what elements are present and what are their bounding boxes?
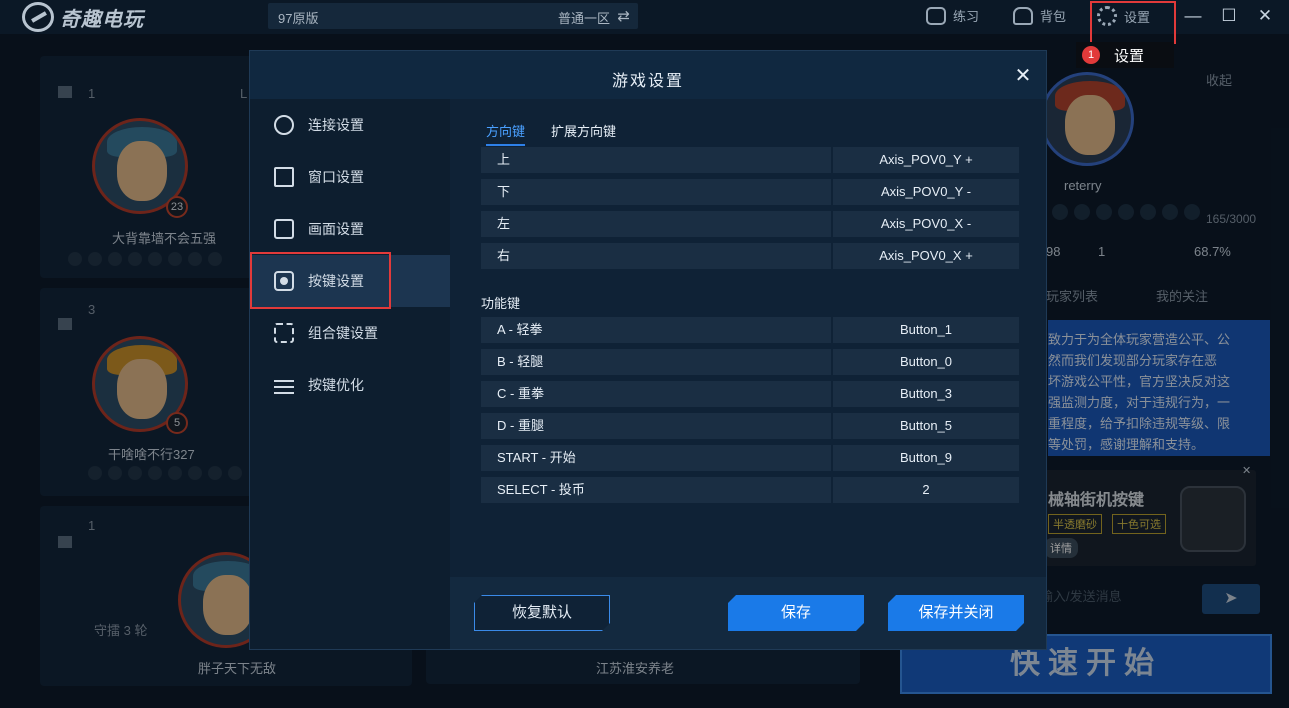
nav-connection[interactable]: 连接设置: [250, 99, 450, 151]
key-row[interactable]: C - 重拳 Button_3: [481, 381, 1019, 407]
tab-direction-keys[interactable]: 方向键: [486, 121, 526, 146]
close-window-button[interactable]: ✕: [1253, 4, 1277, 28]
key-binding[interactable]: Button_5: [833, 413, 1019, 439]
combo-icon: [274, 323, 294, 343]
robot-icon: [926, 6, 946, 25]
nav-label: 画面设置: [308, 221, 364, 237]
key-row[interactable]: A - 轻拳 Button_1: [481, 317, 1019, 343]
server-zone: 普通一区: [557, 11, 610, 26]
globe-icon: [274, 115, 294, 135]
key-binding[interactable]: Axis_POV0_X -: [833, 211, 1019, 237]
key-row[interactable]: SELECT - 投币 2: [481, 477, 1019, 503]
practice-button[interactable]: 练习: [926, 6, 979, 25]
key-row[interactable]: START - 开始 Button_9: [481, 445, 1019, 471]
minimize-button[interactable]: —: [1181, 4, 1205, 28]
key-name: A - 轻拳: [481, 317, 831, 343]
key-tabs: 方向键 扩展方向键: [486, 121, 616, 146]
window-icon: [274, 167, 294, 187]
key-row[interactable]: 左 Axis_POV0_X -: [481, 211, 1019, 237]
key-row[interactable]: 上 Axis_POV0_Y +: [481, 147, 1019, 173]
nav-key-optimize[interactable]: 按键优化: [250, 359, 450, 411]
logo-text: 奇趣电玩: [60, 8, 144, 31]
key-binding[interactable]: Button_9: [833, 445, 1019, 471]
swap-icon[interactable]: ⇄: [617, 7, 630, 25]
monitor-icon: [274, 219, 294, 239]
key-name: START - 开始: [481, 445, 831, 471]
key-name: 下: [481, 179, 831, 205]
key-name: D - 重腿: [481, 413, 831, 439]
dialog-footer: 恢复默认 保存 保存并关闭: [450, 577, 1046, 649]
nav-label: 按键优化: [308, 377, 364, 393]
key-binding[interactable]: Axis_POV0_X +: [833, 243, 1019, 269]
key-row[interactable]: D - 重腿 Button_5: [481, 413, 1019, 439]
key-name: 上: [481, 147, 831, 173]
nav-combo-keys[interactable]: 组合键设置: [250, 307, 450, 359]
backpack-label: 背包: [1040, 9, 1067, 24]
save-and-close-button[interactable]: 保存并关闭: [888, 595, 1024, 631]
logo-icon: [22, 2, 54, 32]
key-row[interactable]: 下 Axis_POV0_Y -: [481, 179, 1019, 205]
nav-window[interactable]: 窗口设置: [250, 151, 450, 203]
backpack-button[interactable]: 背包: [1013, 6, 1066, 25]
section-label: 功能键: [481, 296, 521, 311]
key-row[interactable]: 右 Axis_POV0_X +: [481, 243, 1019, 269]
key-settings-panel: 方向键 扩展方向键 上 Axis_POV0_Y + 下 Axis_POV0_Y …: [450, 99, 1046, 577]
key-name: 右: [481, 243, 831, 269]
save-button[interactable]: 保存: [728, 595, 864, 631]
app-logo: 奇趣电玩: [22, 2, 144, 32]
settings-dialog: 游戏设置 ✕ 连接设置 窗口设置 画面设置 按键设置 组合键设置 按键优化 方向…: [249, 50, 1047, 650]
tab-extended-direction-keys[interactable]: 扩展方向键: [551, 121, 616, 146]
dialog-header: 游戏设置 ✕: [250, 51, 1046, 99]
step-badge: 1: [1082, 46, 1100, 64]
key-binding[interactable]: Axis_POV0_Y -: [833, 179, 1019, 205]
server-name: 97原版: [278, 11, 319, 26]
key-binding[interactable]: Button_0: [833, 349, 1019, 375]
highlight-frame: [250, 252, 391, 309]
reset-default-button[interactable]: 恢复默认: [474, 595, 610, 631]
highlight-frame: [1090, 1, 1176, 44]
key-name: 左: [481, 211, 831, 237]
nav-label: 窗口设置: [308, 169, 364, 185]
nav-label: 组合键设置: [308, 325, 378, 341]
nav-display[interactable]: 画面设置: [250, 203, 450, 255]
server-selector[interactable]: 97原版 普通一区 ⇄: [268, 3, 638, 29]
maximize-button[interactable]: ☐: [1217, 4, 1241, 28]
tooltip-text: 设置: [1114, 47, 1145, 65]
key-binding[interactable]: Button_1: [833, 317, 1019, 343]
key-name: C - 重拳: [481, 381, 831, 407]
key-binding[interactable]: Axis_POV0_Y +: [833, 147, 1019, 173]
settings-tooltip: 1 设置: [1076, 42, 1174, 68]
nav-label: 连接设置: [308, 117, 364, 133]
sliders-icon: [274, 375, 294, 395]
key-name: B - 轻腿: [481, 349, 831, 375]
close-icon[interactable]: ✕: [1010, 63, 1036, 89]
backpack-icon: [1013, 6, 1033, 25]
key-row[interactable]: B - 轻腿 Button_0: [481, 349, 1019, 375]
key-binding[interactable]: 2: [833, 477, 1019, 503]
practice-label: 练习: [953, 9, 980, 24]
key-name: SELECT - 投币: [481, 477, 831, 503]
key-binding[interactable]: Button_3: [833, 381, 1019, 407]
settings-nav: 连接设置 窗口设置 画面设置 按键设置 组合键设置 按键优化: [250, 99, 450, 649]
